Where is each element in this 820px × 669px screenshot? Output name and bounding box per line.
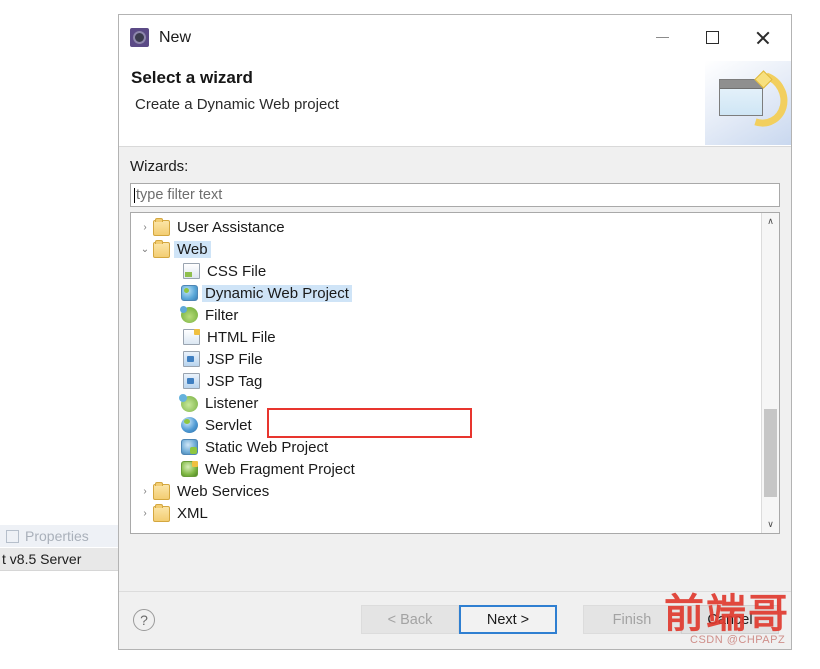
static-web-icon <box>181 439 198 455</box>
filter-icon <box>180 306 198 323</box>
chevron-right-icon[interactable]: › <box>137 486 153 497</box>
minimize-button[interactable] <box>639 15 685 60</box>
html-file-icon <box>183 329 200 345</box>
tree-item-filter[interactable]: Filter <box>131 304 761 326</box>
close-icon <box>755 30 770 45</box>
wizards-tree-rows: › User Assistance ⌄ Web CSS File Dynamic Web … <box>131 213 761 533</box>
tree-item-xml[interactable]: › XML <box>131 502 761 524</box>
folder-icon <box>153 504 170 522</box>
scrollbar-thumb[interactable] <box>764 409 777 497</box>
properties-tab[interactable]: Properties <box>0 525 122 547</box>
minimize-icon <box>655 36 669 39</box>
tree-item-label: HTML File <box>207 328 276 346</box>
dialog-footer: ? < Back Next > Finish Cancel <box>119 591 791 649</box>
tree-scrollbar[interactable]: ∧ ∨ <box>761 213 779 533</box>
chevron-right-icon[interactable]: › <box>137 222 153 233</box>
cancel-button[interactable]: Cancel <box>681 605 779 634</box>
dynamic-web-icon <box>181 285 198 301</box>
workbench-divider <box>0 570 122 571</box>
close-button[interactable] <box>739 15 785 60</box>
jsp-file-icon <box>183 351 200 367</box>
tree-item-web-services[interactable]: › Web Services <box>131 480 761 502</box>
folder-icon <box>153 482 170 500</box>
server-row-label: t v8.5 Server <box>2 551 82 567</box>
help-button[interactable]: ? <box>133 609 155 631</box>
back-button[interactable]: < Back <box>361 605 459 634</box>
tree-item-user-assistance[interactable]: › User Assistance <box>131 216 761 238</box>
wizard-banner-image <box>705 61 791 145</box>
tree-item-label: Web <box>174 240 211 258</box>
text-caret <box>134 187 135 203</box>
properties-tab-label: Properties <box>25 528 89 544</box>
tree-item-label: CSS File <box>207 262 267 280</box>
eclipse-new-icon <box>130 28 149 47</box>
tree-item-static-web-project[interactable]: Static Web Project <box>131 436 761 458</box>
dialog-body: Wizards: type filter text › User Assistan… <box>119 147 791 591</box>
jsp-tag-icon <box>183 373 200 389</box>
tree-item-label: Static Web Project <box>205 438 329 456</box>
banner-swoosh-icon <box>724 62 791 136</box>
chevron-down-icon[interactable]: ⌄ <box>137 244 153 255</box>
filter-input[interactable]: type filter text <box>130 183 780 207</box>
tree-item-servlet[interactable]: Servlet <box>131 414 761 436</box>
header-subtitle: Create a Dynamic Web project <box>135 96 339 113</box>
finish-button[interactable]: Finish <box>583 605 681 634</box>
tree-item-label: XML <box>177 504 208 522</box>
maximize-button[interactable] <box>689 15 735 60</box>
folder-icon <box>153 218 170 236</box>
tree-item-html-file[interactable]: HTML File <box>131 326 761 348</box>
tree-item-web-fragment-project[interactable]: Web Fragment Project <box>131 458 761 480</box>
wizards-label: Wizards: <box>130 158 189 175</box>
chevron-right-icon[interactable]: › <box>137 508 153 519</box>
tree-item-jsp-file[interactable]: JSP File <box>131 348 761 370</box>
dialog-title: New <box>159 28 192 46</box>
new-wizard-dialog: New Select a wizard Create a Dynamic Web… <box>118 14 792 650</box>
servlet-icon <box>181 417 198 433</box>
filter-placeholder: type filter text <box>136 187 223 203</box>
server-row[interactable]: t v8.5 Server <box>0 548 122 570</box>
header-title: Select a wizard <box>131 68 253 87</box>
tree-item-label: Dynamic Web Project <box>202 284 352 302</box>
tree-item-label: User Assistance <box>177 218 285 236</box>
tree-item-label: JSP Tag <box>207 372 263 390</box>
tree-item-label: Filter <box>205 306 239 324</box>
tree-item-label: Listener <box>205 394 259 412</box>
tree-item-label: Servlet <box>205 416 252 434</box>
tree-item-web[interactable]: ⌄ Web <box>131 238 761 260</box>
folder-icon <box>153 240 170 258</box>
maximize-icon <box>705 31 719 44</box>
next-button[interactable]: Next > <box>459 605 557 634</box>
dialog-titlebar[interactable]: New <box>119 15 791 60</box>
tree-item-label: Web Fragment Project <box>205 460 355 478</box>
tree-item-label: Web Services <box>177 482 270 500</box>
properties-icon <box>6 529 19 543</box>
scroll-up-icon[interactable]: ∧ <box>762 213 779 230</box>
tree-item-listener[interactable]: Listener <box>131 392 761 414</box>
tree-item-jsp-tag[interactable]: JSP Tag <box>131 370 761 392</box>
css-file-icon <box>183 263 200 279</box>
dialog-header: Select a wizard Create a Dynamic Web pro… <box>119 60 791 147</box>
web-fragment-icon <box>181 461 198 477</box>
scroll-down-icon[interactable]: ∨ <box>762 516 779 533</box>
tree-item-label: JSP File <box>207 350 263 368</box>
listener-icon <box>179 393 198 412</box>
tree-item-dynamic-web-project[interactable]: Dynamic Web Project <box>131 282 761 304</box>
wizards-tree[interactable]: › User Assistance ⌄ Web CSS File Dynamic Web … <box>130 212 780 534</box>
tree-item-css-file[interactable]: CSS File <box>131 260 761 282</box>
